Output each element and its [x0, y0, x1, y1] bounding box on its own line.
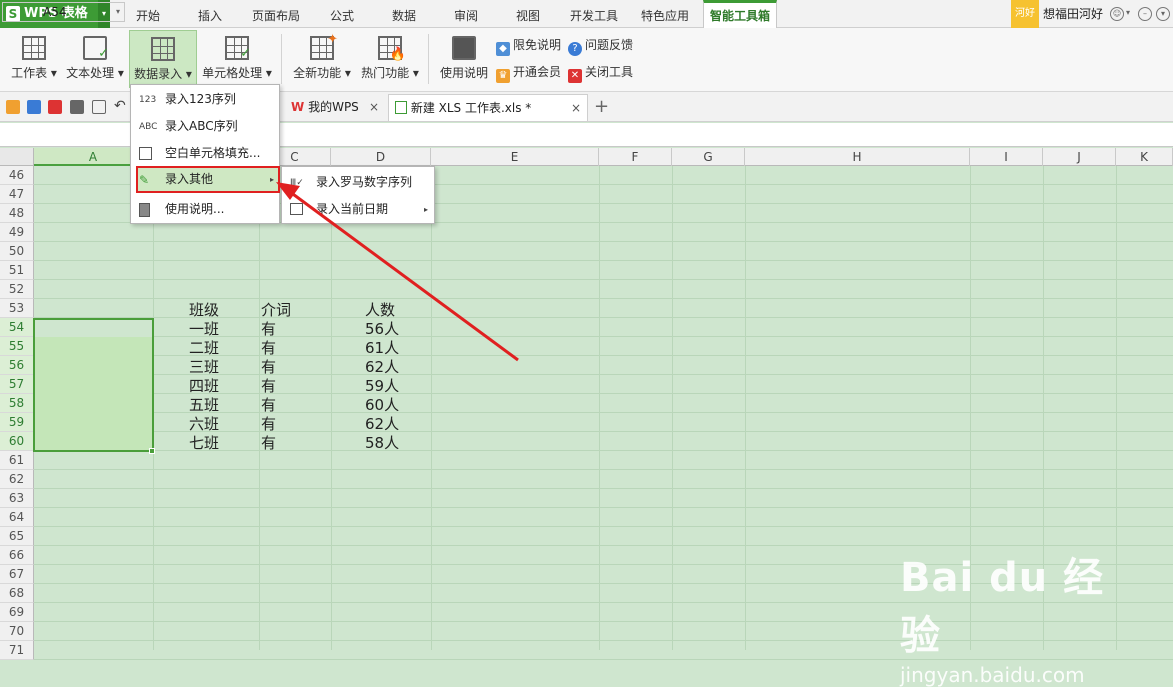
baidu-watermark: Bai du 经验 jingyan.baidu.com	[900, 545, 1120, 687]
arrow-shaft	[281, 184, 519, 362]
watermark-url: jingyan.baidu.com	[900, 663, 1085, 687]
watermark-brand: Bai du 经验	[900, 555, 1105, 659]
